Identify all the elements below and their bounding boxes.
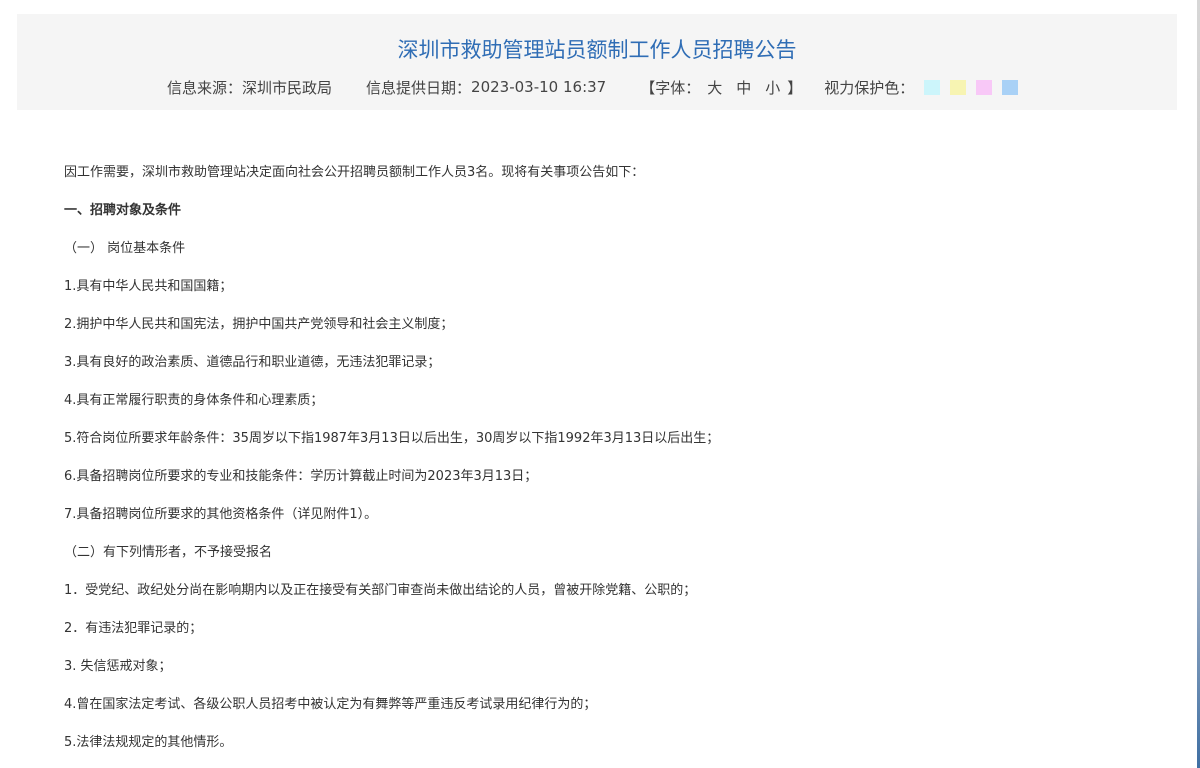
eye-care-color-pink-button[interactable] — [976, 79, 993, 95]
subsection-heading: （二）有下列情形者，不予接受报名 — [64, 545, 273, 560]
list-item: 1.具有中华人民共和国国籍； — [64, 279, 233, 294]
info-source-value: 深圳市民政局 — [242, 78, 333, 97]
section-heading: 一、招聘对象及条件 — [64, 203, 182, 218]
info-date-label: 信息提供日期： — [366, 78, 472, 97]
eye-care-color-yellow-button[interactable] — [950, 79, 967, 95]
list-item: 5.符合岗位所要求年龄条件：35周岁以下指1987年3月13日以后出生，30周岁… — [64, 431, 720, 446]
info-source: 信息来源： 深圳市民政局 — [167, 77, 332, 98]
page: 深圳市救助管理站员额制工作人员招聘公告 信息来源： 深圳市民政局 信息提供日期：… — [0, 0, 1200, 768]
eye-care-selector: 视力保护色： — [824, 77, 1019, 98]
article-header: 深圳市救助管理站员额制工作人员招聘公告 信息来源： 深圳市民政局 信息提供日期：… — [17, 14, 1177, 110]
eye-care-color-blue-button[interactable] — [1002, 79, 1019, 95]
list-item: 7.具备招聘岗位所要求的其他资格条件（详见附件1）。 — [64, 507, 378, 522]
article-meta: 信息来源： 深圳市民政局 信息提供日期： 2023-03-10 16:37 【字… — [167, 76, 1019, 98]
list-item: 6.具备招聘岗位所要求的专业和技能条件：学历计算截止时间为2023年3月13日； — [64, 469, 538, 484]
list-item: 4.具有正常履行职责的身体条件和心理素质； — [64, 393, 324, 408]
font-size-small-button[interactable]: 小 — [765, 77, 780, 98]
subsection-heading: （一） 岗位基本条件 — [64, 241, 186, 256]
font-size-selector: 【字体： 大 中 小 】 — [640, 77, 802, 98]
font-size-large-button[interactable]: 大 — [707, 77, 722, 98]
list-item: 3.具有良好的政治素质、道德品行和职业道德，无违法犯罪记录； — [64, 355, 441, 370]
article-body: 因工作需要，深圳市救助管理站决定面向社会公开招聘员额制工作人员3名。现将有关事项… — [64, 154, 1144, 762]
info-source-label: 信息来源： — [167, 78, 243, 97]
list-item: 4.曾在国家法定考试、各级公职人员招考中被认定为有舞弊等严重违反考试录用纪律行为… — [64, 697, 597, 712]
list-item: 5.法律法规规定的其他情形。 — [64, 735, 233, 750]
list-item: 1．受党纪、政纪处分尚在影响期内以及正在接受有关部门审查尚未做出结论的人员，曾被… — [64, 583, 697, 598]
eye-care-label: 视力保护色： — [824, 78, 915, 97]
info-date-value: 2023-03-10 16:37 — [471, 78, 607, 96]
list-item: 2．有违法犯罪记录的； — [64, 621, 203, 636]
font-size-medium-button[interactable]: 中 — [736, 77, 751, 98]
eye-care-color-cyan-button[interactable] — [924, 79, 941, 95]
intro-paragraph: 因工作需要，深圳市救助管理站决定面向社会公开招聘员额制工作人员3名。现将有关事项… — [64, 165, 645, 180]
list-item: 3. 失信惩戒对象； — [64, 659, 172, 674]
article-title: 深圳市救助管理站员额制工作人员招聘公告 — [397, 38, 797, 62]
list-item: 2.拥护中华人民共和国宪法，拥护中国共产党领导和社会主义制度； — [64, 317, 454, 332]
font-size-bracket-close: 】 — [787, 78, 803, 97]
font-size-label: 【字体： — [640, 78, 701, 97]
info-date: 信息提供日期： 2023-03-10 16:37 — [366, 77, 606, 98]
